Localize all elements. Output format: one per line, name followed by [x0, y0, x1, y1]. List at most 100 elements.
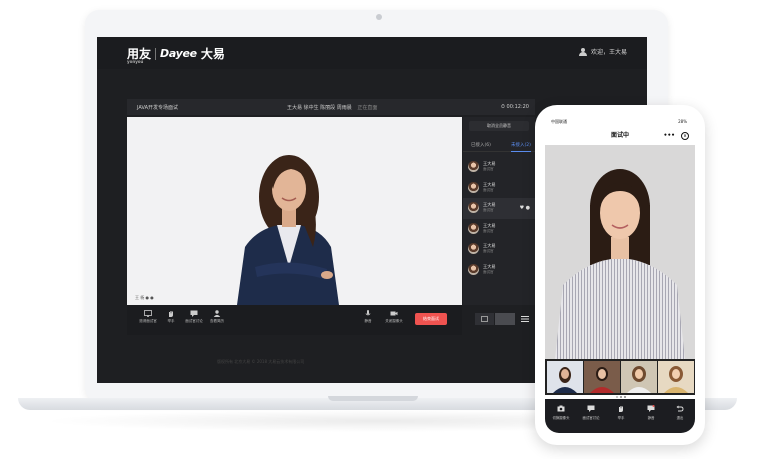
control-label: 举手 [617, 416, 625, 420]
page-dot [616, 396, 618, 398]
phone-screen: 中国联通 28% 面试中 ••• × 切换摄像头 面试官讨论 举手 静音 退出 [545, 115, 695, 433]
thumbnail[interactable] [621, 361, 657, 393]
control-label: 退出 [676, 416, 684, 420]
member-role: 面试官 [483, 269, 494, 274]
interviewer-discussion-button[interactable]: 面试官讨论 [183, 310, 205, 324]
meeting-participants: 王大易 徐中生 陈丽段 周雨晨 正在直面 [287, 104, 377, 111]
dayee-cn-text: 大易 [200, 47, 225, 61]
layout-toggle [475, 313, 529, 325]
participant-thumbnails [545, 359, 695, 395]
user-icon [578, 47, 587, 56]
list-item[interactable]: 王大易 面试官 [463, 219, 535, 240]
welcome-text: 欢迎，王大易 [590, 49, 627, 56]
mute-button[interactable]: 静音 [357, 310, 379, 324]
video-caption: 王 杨 ● ● [135, 295, 154, 300]
thumbnail[interactable] [584, 361, 620, 393]
end-interview-button[interactable]: 结束面试 [415, 313, 447, 325]
user-menu[interactable]: 欢迎，王大易 [578, 47, 627, 56]
screen-share-icon [144, 310, 152, 317]
raise-hand-button[interactable]: 举手 [610, 405, 632, 420]
thumbnail[interactable] [547, 361, 583, 393]
thumbnail-image [590, 367, 614, 393]
heart-icon[interactable]: ♥ ● [520, 205, 530, 211]
chat-mute-icon [647, 405, 655, 412]
mute-button[interactable]: 静音 [640, 405, 662, 420]
meeting-status: 正在直面 [357, 105, 378, 111]
person-icon [213, 310, 221, 317]
control-label: 查看简历 [210, 319, 224, 323]
grid-icon [481, 316, 488, 322]
control-label: 静音 [647, 416, 655, 420]
interviewer-discussion-button[interactable]: 面试官讨论 [580, 405, 602, 420]
page-dot [620, 396, 622, 398]
list-item[interactable]: 王大易 面试官 [463, 260, 535, 281]
control-label: 邀请面试官 [139, 319, 157, 323]
candidate-video-image [127, 117, 462, 305]
close-icon[interactable]: × [681, 132, 689, 140]
microphone-icon [365, 310, 371, 316]
avatar [468, 181, 479, 193]
control-label: 切换摄像头 [552, 416, 570, 420]
list-item[interactable]: 王大易 面试官 [463, 178, 535, 199]
avatar [468, 243, 479, 254]
participants-text: 王大易 徐中生 陈丽段 周雨晨 [287, 105, 352, 111]
thumbnail-image [627, 366, 651, 393]
phone-header: 面试中 ••• × [545, 127, 695, 145]
phone-status-bar: 中国联通 28% [545, 115, 695, 127]
avatar [468, 263, 479, 275]
yonyou-subtext: yonyou [127, 59, 144, 64]
brand-logo: 用友 yonyou Dayee 大易 [127, 45, 225, 64]
member-role: 面试官 [483, 249, 494, 253]
raise-hand-button[interactable]: 举手 [160, 310, 182, 324]
thumbnail-image [553, 367, 577, 393]
list-view-toggle[interactable] [495, 313, 529, 325]
participant-list: 王大易 面试官 王大易 面试官 王大易 面试官 ♥ ● 王大易 面试官 王大易 面试官 王大… [463, 157, 535, 280]
more-icon[interactable]: ••• [663, 127, 675, 145]
member-role: 面试官 [483, 187, 494, 192]
exit-button[interactable]: 退出 [669, 405, 691, 420]
top-bar: 用友 yonyou Dayee 大易 欢迎，王大易 [97, 37, 647, 69]
candidate-photo [545, 145, 695, 359]
dayee-logo-text: Dayee [160, 47, 197, 60]
battery-text: 28% [678, 119, 687, 124]
comment-icon [190, 310, 198, 317]
tab-not-joined[interactable]: 未接入(2) [511, 142, 531, 152]
control-label: 面试官讨论 [185, 319, 203, 323]
main-video: 王 杨 ● ● [127, 117, 462, 305]
phone-controls: 切换摄像头 面试官讨论 举手 静音 退出 [545, 399, 695, 433]
meeting-timer: ⏱ 00:12:20 [501, 104, 529, 110]
member-role: 面试官 [483, 228, 494, 233]
copyright-footer: 版权所有 北京大易 © 2018 大易云技术有限公司 [217, 359, 305, 364]
phone-main-video [545, 145, 695, 359]
member-role: 面试官 [483, 208, 494, 212]
meeting-title: JAVA开发专场面试 [137, 105, 179, 111]
webcam-dot [376, 14, 382, 20]
camera-icon [390, 311, 398, 316]
avatar [468, 202, 479, 213]
camera-switch-icon [557, 405, 565, 412]
control-label: 面试官讨论 [582, 416, 600, 420]
switch-camera-button[interactable]: 切换摄像头 [550, 405, 572, 420]
list-item[interactable]: 王大易 面试官 [463, 239, 535, 260]
comment-icon [587, 405, 595, 412]
control-label: 举手 [167, 319, 175, 323]
carrier-text: 中国联通 [551, 119, 567, 124]
toggle-camera-button[interactable]: 关闭摄像头 [383, 310, 405, 324]
list-item[interactable]: 王大易 面试官 ♥ ● [463, 198, 535, 219]
participants-panel: 取消全员静音 已接入(6) 未接入(2) 王大易 面试官 王大易 面试官 王大易 面试… [463, 117, 535, 305]
view-resume-button[interactable]: 查看简历 [206, 310, 228, 324]
tab-joined[interactable]: 已接入(6) [471, 142, 491, 148]
timer-text: 00:12:20 [506, 104, 529, 110]
list-item[interactable]: 王大易 面试官 [463, 157, 535, 178]
hand-icon [619, 406, 623, 412]
cancel-mute-all-button[interactable]: 取消全员静音 [469, 121, 529, 131]
thumbnail[interactable] [658, 361, 694, 393]
member-role: 面试官 [483, 167, 494, 171]
exit-icon [676, 405, 684, 412]
list-icon [521, 316, 529, 322]
meeting-controls: 邀请面试官 举手 面试官讨论 查看简历 静音 关闭摄像头 结束面试 [127, 305, 462, 335]
invite-interviewer-button[interactable]: 邀请面试官 [137, 310, 159, 324]
thumbnail-image [664, 366, 688, 393]
control-label: 静音 [364, 319, 372, 323]
grid-view-toggle[interactable] [475, 313, 494, 325]
